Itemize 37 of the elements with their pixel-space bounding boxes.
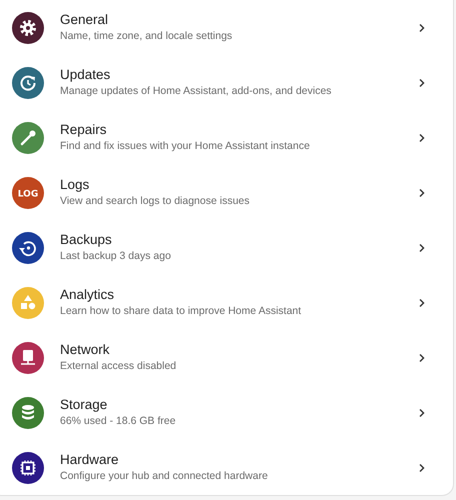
- settings-item[interactable]: LOG Logs View and search logs to diagnose issues: [0, 165, 453, 220]
- chevron-right-icon: [417, 242, 427, 252]
- item-description: 66% used - 18.6 GB free: [60, 414, 177, 429]
- settings-item[interactable]: Repairs Find and fix issues with your Home Assistant instance: [0, 110, 453, 165]
- settings-item[interactable]: Analytics Learn how to share data to improve Home Assistant: [0, 275, 453, 330]
- chevron-right-icon: [417, 188, 427, 198]
- chevron-right-icon: [417, 462, 427, 472]
- item-description: Name, time zone, and locale settings: [60, 29, 234, 44]
- item-title: Updates: [60, 66, 112, 84]
- item-description: Last backup 3 days ago: [60, 249, 172, 264]
- item-description: View and search logs to diagnose issues: [60, 194, 251, 209]
- item-title: Backups: [60, 231, 113, 249]
- log-icon: LOG: [12, 176, 44, 208]
- item-title: Hardware: [60, 451, 120, 469]
- chevron-right-icon: [417, 298, 427, 308]
- item-title: Network: [60, 341, 111, 359]
- chevron-right-icon: [417, 22, 427, 32]
- settings-item[interactable]: Hardware Configure your hub and connected hardware: [0, 440, 453, 495]
- item-title: General: [60, 11, 110, 29]
- item-title: Analytics: [60, 286, 116, 304]
- settings-item[interactable]: Backups Last backup 3 days ago: [0, 220, 453, 275]
- chevron-right-icon: [417, 408, 427, 418]
- item-description: Learn how to share data to improve Home Assistant: [60, 304, 302, 319]
- item-title: Repairs: [60, 121, 108, 139]
- settings-item[interactable]: General Name, time zone, and locale settings: [0, 0, 453, 55]
- settings-item[interactable]: Updates Manage updates of Home Assistant, add-ons, and devices: [0, 55, 453, 110]
- item-title: Logs: [60, 176, 90, 194]
- settings-item[interactable]: Storage 66% used - 18.6 GB free: [0, 385, 453, 440]
- chevron-right-icon: [417, 352, 427, 362]
- item-description: Find and fix issues with your Home Assistant instance: [60, 139, 311, 154]
- item-title: Storage: [60, 396, 108, 414]
- chevron-right-icon: [417, 78, 427, 88]
- chevron-right-icon: [417, 132, 427, 142]
- item-description: Manage updates of Home Assistant, add-ons, and devices: [60, 84, 332, 99]
- item-description: Configure your hub and connected hardware: [60, 469, 269, 484]
- item-description: External access disabled: [60, 359, 178, 374]
- settings-item[interactable]: Network External access disabled: [0, 330, 453, 385]
